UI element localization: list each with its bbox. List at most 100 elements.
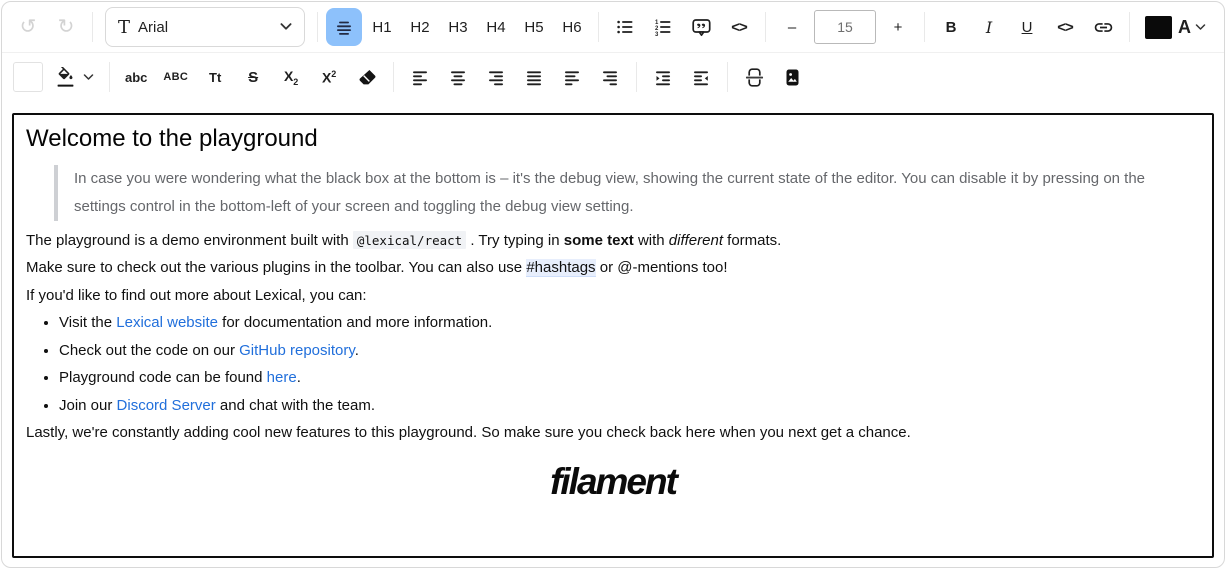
italic-text: different bbox=[668, 231, 723, 249]
strikethrough-button[interactable]: S bbox=[235, 58, 271, 96]
undo-button[interactable]: ↺ bbox=[10, 8, 46, 46]
redo-button[interactable]: ↻ bbox=[48, 8, 84, 46]
font-family-icon: T bbox=[118, 16, 131, 38]
bullet-list: Visit the Lexical website for documentat… bbox=[26, 313, 1200, 415]
heading-4-button[interactable]: H4 bbox=[478, 8, 514, 46]
align-end-button[interactable] bbox=[592, 58, 628, 96]
heading-1-button[interactable]: H1 bbox=[364, 8, 400, 46]
link[interactable]: here bbox=[267, 369, 297, 386]
font-family-dropdown[interactable]: T Arial bbox=[105, 7, 305, 47]
quote-button[interactable] bbox=[683, 8, 719, 46]
outdent-icon bbox=[691, 67, 711, 87]
underline-icon: U bbox=[1021, 18, 1033, 36]
link-button[interactable] bbox=[1085, 8, 1121, 46]
numbered-list-button[interactable]: 1 2 3 bbox=[645, 8, 681, 46]
page-break-icon bbox=[744, 67, 765, 88]
code-block-button[interactable]: <> bbox=[721, 8, 757, 46]
text-run: The playground is a demo environment bui… bbox=[26, 231, 353, 249]
font-color-letter: A bbox=[1178, 16, 1191, 37]
text-run: or @-mentions too! bbox=[595, 259, 728, 276]
align-justify-icon bbox=[524, 67, 544, 87]
chevron-down-icon bbox=[280, 23, 292, 31]
italic-button[interactable]: I bbox=[971, 8, 1007, 46]
editor-paragraph: The playground is a demo environment bui… bbox=[26, 230, 1200, 251]
text-run: . Try typing in bbox=[466, 231, 564, 249]
heading-3-button[interactable]: H3 bbox=[440, 8, 476, 46]
toolbar-divider bbox=[109, 62, 110, 92]
uppercase-button[interactable]: ABC bbox=[156, 58, 195, 96]
indent-icon bbox=[653, 67, 673, 87]
toolbar-divider bbox=[317, 12, 318, 42]
link[interactable]: Discord Server bbox=[117, 397, 216, 414]
paragraph-format-button[interactable] bbox=[326, 8, 362, 46]
align-right-icon bbox=[486, 67, 506, 87]
heading-5-button[interactable]: H5 bbox=[516, 8, 552, 46]
hashtag-text: #hashtags bbox=[526, 259, 596, 277]
toolbar-row-2: abc ABC Tt S X2 X2 bbox=[2, 53, 1224, 101]
bold-text: some text bbox=[563, 231, 634, 249]
align-left-button[interactable] bbox=[402, 58, 438, 96]
outdent-button[interactable] bbox=[683, 58, 719, 96]
capitalize-button[interactable]: Tt bbox=[197, 58, 233, 96]
uppercase-icon: ABC bbox=[163, 71, 189, 83]
text-run: for documentation and more information. bbox=[217, 314, 493, 331]
clear-formatting-button[interactable] bbox=[349, 58, 385, 96]
page-break-button[interactable] bbox=[736, 58, 772, 96]
text-run: formats. bbox=[723, 231, 782, 249]
text-run: Make sure to check out the various plugi… bbox=[26, 259, 527, 276]
align-center-button[interactable] bbox=[440, 58, 476, 96]
indent-button[interactable] bbox=[645, 58, 681, 96]
filament-logo-image[interactable]: filament bbox=[550, 461, 678, 503]
link[interactable]: Lexical website bbox=[116, 314, 218, 331]
font-size-input[interactable] bbox=[814, 10, 876, 44]
lowercase-button[interactable]: abc bbox=[118, 58, 154, 96]
text-run: Playground code can be found bbox=[59, 369, 267, 386]
toolbar-divider bbox=[92, 12, 93, 42]
text-run: with bbox=[633, 231, 669, 249]
editor-heading: Welcome to the playground bbox=[26, 125, 318, 152]
rich-text-editor[interactable]: Welcome to the playground In case you we… bbox=[12, 113, 1214, 558]
quote-icon bbox=[691, 17, 712, 38]
subscript-button[interactable]: X2 bbox=[273, 58, 309, 96]
subscript-icon: X2 bbox=[283, 67, 299, 87]
inline-code-button[interactable]: <> bbox=[1047, 8, 1083, 46]
insert-image-button[interactable] bbox=[774, 58, 810, 96]
heading-6-button[interactable]: H6 bbox=[554, 8, 590, 46]
link[interactable]: GitHub repository bbox=[239, 342, 355, 359]
italic-icon: I bbox=[985, 17, 993, 37]
undo-icon: ↺ bbox=[19, 16, 37, 38]
editor-paragraph: Lastly, we're constantly adding cool new… bbox=[26, 424, 911, 441]
background-color-button[interactable] bbox=[48, 58, 101, 96]
superscript-icon: X2 bbox=[321, 68, 337, 86]
strikethrough-icon: S bbox=[248, 68, 259, 86]
editor-quote: In case you were wondering what the blac… bbox=[54, 165, 1194, 221]
superscript-button[interactable]: X2 bbox=[311, 58, 347, 96]
underline-button[interactable]: U bbox=[1009, 8, 1045, 46]
toolbar-divider bbox=[924, 12, 925, 42]
numbered-list-icon: 1 2 3 bbox=[653, 17, 673, 37]
bullet-list-button[interactable] bbox=[607, 8, 643, 46]
font-color-button[interactable]: A bbox=[1138, 8, 1213, 46]
eraser-icon bbox=[357, 67, 378, 88]
align-start-icon bbox=[562, 67, 582, 87]
background-color-swatch[interactable] bbox=[13, 62, 43, 92]
bold-button[interactable]: B bbox=[933, 8, 969, 46]
redo-icon: ↻ bbox=[57, 16, 75, 38]
align-right-button[interactable] bbox=[478, 58, 514, 96]
align-justify-button[interactable] bbox=[516, 58, 552, 96]
text-run: Check out the code on our bbox=[59, 341, 240, 359]
heading-2-button[interactable]: H2 bbox=[402, 8, 438, 46]
list-item: Visit the Lexical website for documentat… bbox=[59, 313, 1200, 333]
font-size-decrement-button[interactable]: – bbox=[774, 8, 810, 46]
toolbar-divider bbox=[727, 62, 729, 92]
editor-paragraph: If you'd like to find out more about Lex… bbox=[26, 286, 367, 304]
code-text: @lexical/react bbox=[352, 230, 467, 249]
bullet-list-icon bbox=[615, 17, 635, 37]
chevron-down-icon bbox=[1195, 23, 1206, 31]
paragraph-icon bbox=[334, 17, 354, 37]
align-center-icon bbox=[448, 67, 468, 87]
toolbar-divider bbox=[765, 12, 766, 42]
font-size-increment-button[interactable]: + bbox=[880, 8, 916, 46]
inline-code-icon: <> bbox=[1057, 18, 1074, 36]
align-start-button[interactable] bbox=[554, 58, 590, 96]
